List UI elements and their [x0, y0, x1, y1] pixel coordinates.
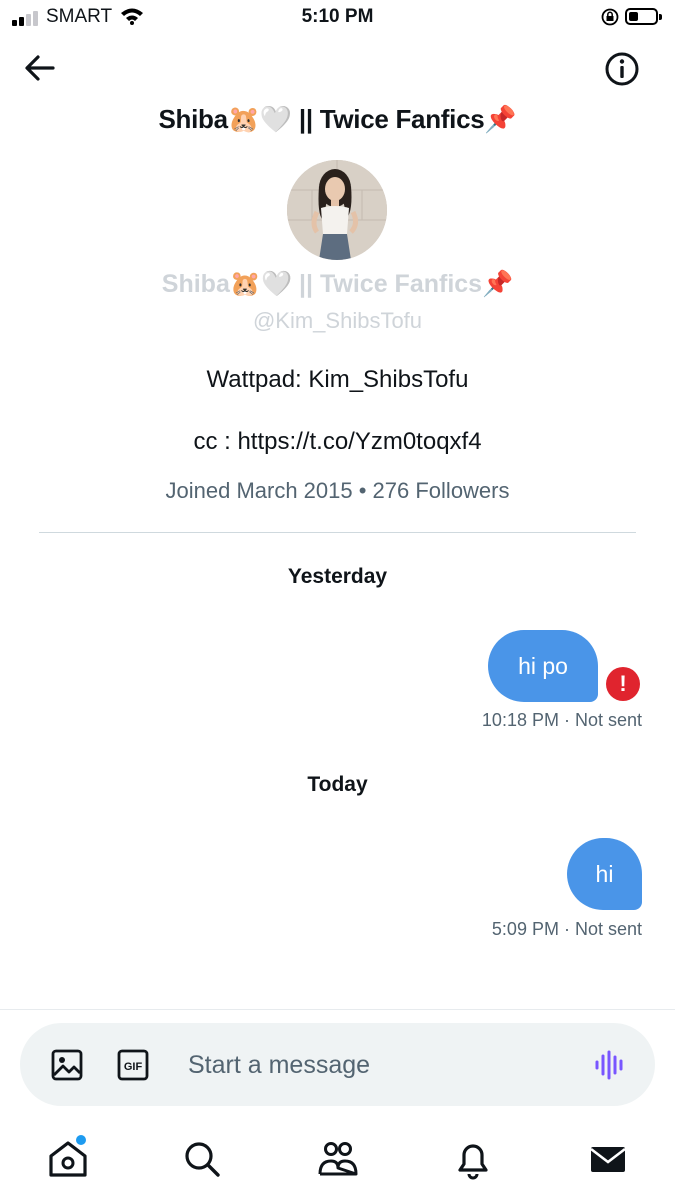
- sent-message-bubble[interactable]: hi po: [488, 630, 598, 702]
- tab-messages[interactable]: [583, 1134, 633, 1184]
- bell-icon: [458, 1144, 488, 1180]
- profile-avatar[interactable]: [287, 160, 387, 260]
- profile-bio-link-line[interactable]: cc : https://t.co/Yzm0toqxf4: [0, 428, 675, 456]
- message-status[interactable]: 10:18 PM · Not sent: [482, 710, 642, 731]
- battery-icon: [625, 8, 662, 25]
- message-composer: GIF: [20, 1023, 655, 1106]
- tab-communities[interactable]: [313, 1134, 363, 1184]
- profile-display-name[interactable]: Shiba🐹🤍 || Twice Fanfics📌: [0, 270, 675, 299]
- image-icon: [51, 1049, 83, 1081]
- divider: [39, 532, 636, 533]
- voice-waveform-icon: [595, 1050, 623, 1080]
- tab-search[interactable]: [177, 1134, 227, 1184]
- conversation-title: Shiba🐹🤍 || Twice Fanfics📌: [158, 104, 517, 134]
- search-icon: [185, 1142, 220, 1177]
- message-text: hi po: [518, 652, 568, 679]
- rotation-lock-icon: [601, 8, 619, 26]
- mail-icon: [590, 1147, 626, 1172]
- error-alert-icon[interactable]: !: [606, 667, 640, 701]
- status-bar: SMART 5:10 PM: [0, 0, 675, 36]
- home-notification-dot: [75, 1134, 87, 1146]
- add-gif-button[interactable]: GIF: [117, 1049, 149, 1081]
- profile-meta: Joined March 2015 • 276 Followers: [165, 478, 510, 503]
- conversation-info-button[interactable]: [604, 51, 640, 87]
- message-input[interactable]: [188, 1043, 568, 1087]
- date-separator: Today: [307, 773, 368, 796]
- composer-divider: [0, 1009, 675, 1010]
- profile-handle[interactable]: @Kim_ShibsTofu: [0, 308, 675, 334]
- voice-message-button[interactable]: [594, 1050, 626, 1080]
- gif-label: GIF: [124, 1061, 143, 1073]
- date-separator: Yesterday: [287, 565, 388, 588]
- communities-icon: [318, 1142, 358, 1176]
- sent-message-bubble[interactable]: hi: [567, 838, 642, 910]
- message-text: hi: [595, 860, 614, 887]
- gif-icon: GIF: [117, 1049, 149, 1081]
- profile-bio-line: Wattpad: Kim_ShibsTofu: [206, 366, 469, 393]
- message-status[interactable]: 5:09 PM · Not sent: [492, 919, 642, 940]
- arrow-left-icon: [25, 55, 55, 81]
- add-image-button[interactable]: [50, 1048, 84, 1082]
- info-icon: [605, 52, 639, 86]
- back-button[interactable]: [22, 52, 58, 84]
- status-time: 5:10 PM: [301, 6, 374, 27]
- tab-notifications[interactable]: [448, 1134, 498, 1184]
